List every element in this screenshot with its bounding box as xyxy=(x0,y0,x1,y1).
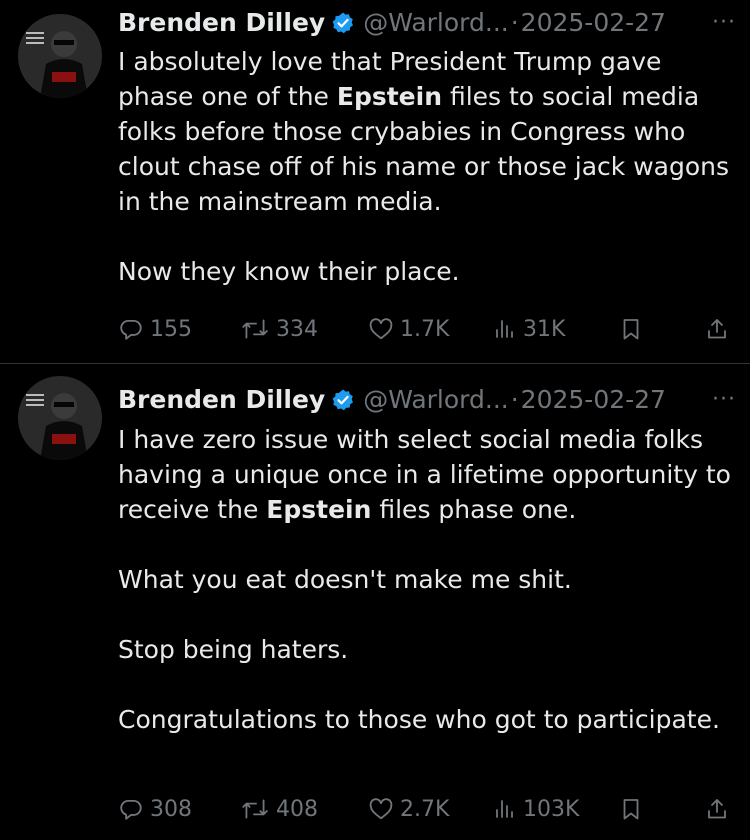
tweet-header: Brenden Dilley @Warlord... · 2025-02-27 … xyxy=(118,6,736,40)
avatar-image xyxy=(18,376,102,460)
author-name[interactable]: Brenden Dilley xyxy=(118,6,325,40)
author-handle[interactable]: @Warlord... xyxy=(363,383,509,417)
text-segment: files phase one. xyxy=(371,495,577,524)
views-count: 103K xyxy=(523,796,580,822)
like-icon xyxy=(369,318,393,340)
tweet[interactable]: Brenden Dilley @Warlord... · 2025-02-27 … xyxy=(0,0,750,363)
share-icon xyxy=(708,799,726,819)
separator-dot: · xyxy=(510,8,519,37)
tweet-divider xyxy=(0,363,750,364)
like-button[interactable]: 1.7K xyxy=(368,312,449,346)
tweet-header: Brenden Dilley @Warlord... · 2025-02-27 … xyxy=(118,383,736,417)
more-icon[interactable]: ··· xyxy=(712,383,736,417)
share-icon xyxy=(708,319,726,339)
repost-count: 334 xyxy=(276,316,318,342)
bold-keyword: Epstein xyxy=(336,82,443,111)
reply-icon xyxy=(120,799,142,820)
avatar[interactable] xyxy=(18,14,102,98)
tweet-paragraph: I have zero issue with select social med… xyxy=(118,422,738,527)
reply-count: 308 xyxy=(150,796,192,822)
author-handle[interactable]: @Warlord... xyxy=(363,6,509,40)
tweet-paragraph: Stop being haters. xyxy=(118,635,349,664)
bold-keyword: Epstein xyxy=(266,495,372,524)
repost-count: 408 xyxy=(276,796,318,822)
views-icon xyxy=(496,800,513,818)
verified-badge-icon xyxy=(331,11,355,35)
reply-button[interactable]: 155 xyxy=(118,312,192,346)
tweet-paragraph: Congratulations to those who got to part… xyxy=(118,705,720,734)
bookmark-button[interactable] xyxy=(619,312,643,346)
like-count: 1.7K xyxy=(400,316,450,342)
reply-icon xyxy=(120,319,142,340)
tweet-text: I have zero issue with select social med… xyxy=(118,422,738,737)
author-name[interactable]: Brenden Dilley xyxy=(118,383,325,417)
separator-dot: · xyxy=(510,385,519,414)
share-button[interactable] xyxy=(705,312,729,346)
tweet-paragraph: I absolutely love that President Trump g… xyxy=(118,44,738,219)
tweet-paragraph: What you eat doesn't make me shit. xyxy=(118,565,572,594)
repost-button[interactable]: 408 xyxy=(240,792,318,826)
views-count: 31K xyxy=(523,316,566,342)
repost-icon xyxy=(242,799,268,819)
avatar[interactable] xyxy=(18,376,102,460)
views-button[interactable]: 31K xyxy=(493,312,565,346)
post-date[interactable]: 2025-02-27 xyxy=(521,6,666,40)
tweet-paragraph: Now they know their place. xyxy=(118,257,460,286)
bookmark-button[interactable] xyxy=(619,792,643,826)
more-icon[interactable]: ··· xyxy=(712,6,736,40)
views-button[interactable]: 103K xyxy=(493,792,579,826)
post-date[interactable]: 2025-02-27 xyxy=(521,383,666,417)
like-icon xyxy=(369,798,393,820)
verified-badge-icon xyxy=(331,388,355,412)
repost-button[interactable]: 334 xyxy=(240,312,318,346)
bookmark-icon xyxy=(623,319,639,340)
share-button[interactable] xyxy=(705,792,729,826)
tweet-text: I absolutely love that President Trump g… xyxy=(118,44,738,289)
like-count: 2.7K xyxy=(400,796,450,822)
views-icon xyxy=(496,320,513,338)
bookmark-icon xyxy=(623,799,639,820)
action-bar: 308 408 2.7K 103K xyxy=(118,792,730,826)
reply-button[interactable]: 308 xyxy=(118,792,192,826)
repost-icon xyxy=(242,319,268,339)
reply-count: 155 xyxy=(150,316,192,342)
like-button[interactable]: 2.7K xyxy=(368,792,449,826)
avatar-image xyxy=(18,14,102,98)
action-bar: 155 334 1.7K 31K xyxy=(118,312,730,346)
